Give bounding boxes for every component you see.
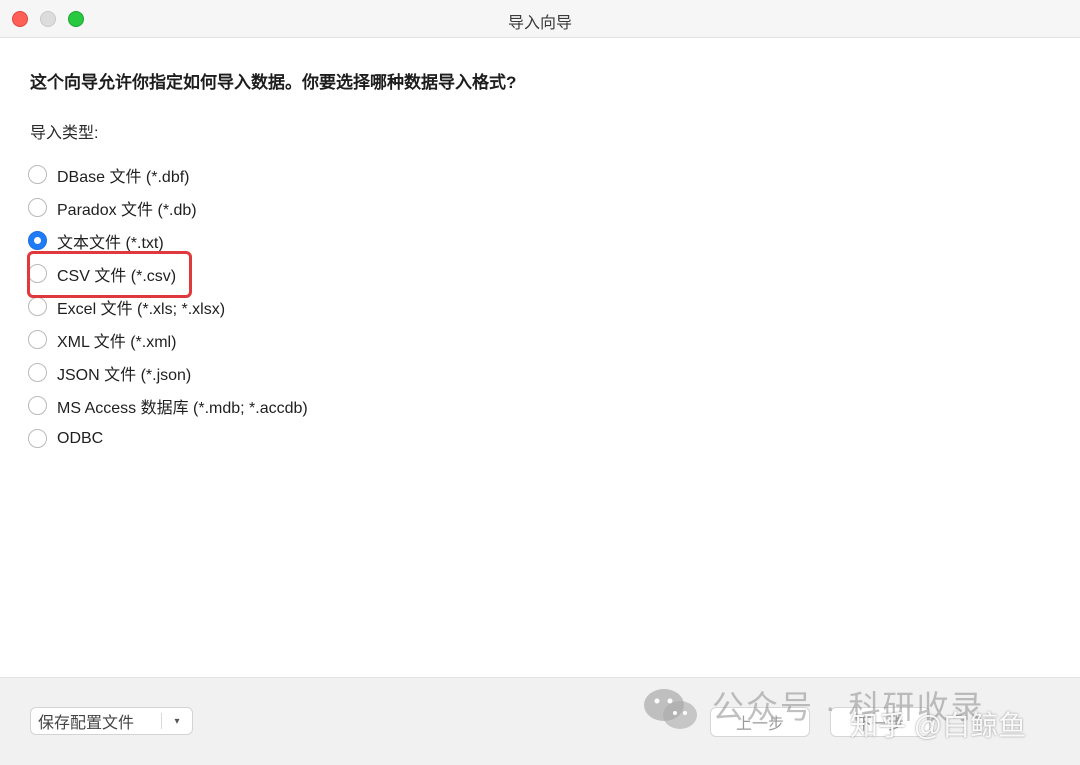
radio-json[interactable]	[28, 363, 47, 382]
window-title: 导入向导	[507, 15, 572, 32]
radio-text[interactable]	[28, 231, 47, 250]
chevron-down-icon[interactable]: ▾	[162, 716, 192, 727]
option-ms-access[interactable]: MS Access 数据库 (*.mdb; *.accdb)	[28, 389, 308, 422]
option-label: ODBC	[57, 429, 104, 447]
wizard-footer: 保存配置文件 ▾ 上一步 下一步	[0, 677, 1080, 765]
option-label: MS Access 数据库 (*.mdb; *.accdb)	[57, 399, 308, 417]
radio-odbc[interactable]	[28, 429, 47, 448]
option-xml[interactable]: XML 文件 (*.xml)	[28, 323, 308, 356]
option-label: JSON 文件 (*.json)	[57, 366, 192, 384]
save-config-dropdown[interactable]: 保存配置文件 ▾	[30, 707, 193, 735]
option-text[interactable]: 文本文件 (*.txt)	[28, 224, 308, 257]
option-label: Paradox 文件 (*.db)	[57, 201, 197, 219]
option-label: Excel 文件 (*.xls; *.xlsx)	[57, 300, 226, 318]
import-type-options: DBase 文件 (*.dbf) Paradox 文件 (*.db) 文本文件 …	[28, 158, 308, 455]
option-dbase[interactable]: DBase 文件 (*.dbf)	[28, 158, 308, 191]
radio-dbase[interactable]	[28, 165, 47, 184]
radio-xml[interactable]	[28, 330, 47, 349]
option-csv[interactable]: CSV 文件 (*.csv)	[28, 257, 308, 290]
option-label: XML 文件 (*.xml)	[57, 333, 177, 351]
option-paradox[interactable]: Paradox 文件 (*.db)	[28, 191, 308, 224]
radio-paradox[interactable]	[28, 198, 47, 217]
previous-step-button[interactable]: 上一步	[710, 707, 810, 737]
import-type-label: 导入类型:	[30, 125, 99, 142]
radio-excel[interactable]	[28, 297, 47, 316]
save-config-label: 保存配置文件	[38, 715, 135, 732]
import-wizard-window: 导入向导 这个向导允许你指定如何导入数据。你要选择哪种数据导入格式? 导入类型:…	[0, 0, 1080, 765]
option-excel[interactable]: Excel 文件 (*.xls; *.xlsx)	[28, 290, 308, 323]
option-label: 文本文件 (*.txt)	[57, 234, 164, 252]
radio-csv[interactable]	[28, 264, 47, 283]
option-label: CSV 文件 (*.csv)	[57, 267, 177, 285]
option-json[interactable]: JSON 文件 (*.json)	[28, 356, 308, 389]
option-label: DBase 文件 (*.dbf)	[57, 168, 190, 186]
option-odbc[interactable]: ODBC	[28, 422, 308, 455]
radio-ms-access[interactable]	[28, 396, 47, 415]
title-bar[interactable]: 导入向导	[0, 0, 1080, 38]
next-step-button[interactable]: 下一步	[830, 707, 930, 737]
wizard-question: 这个向导允许你指定如何导入数据。你要选择哪种数据导入格式?	[30, 73, 517, 92]
